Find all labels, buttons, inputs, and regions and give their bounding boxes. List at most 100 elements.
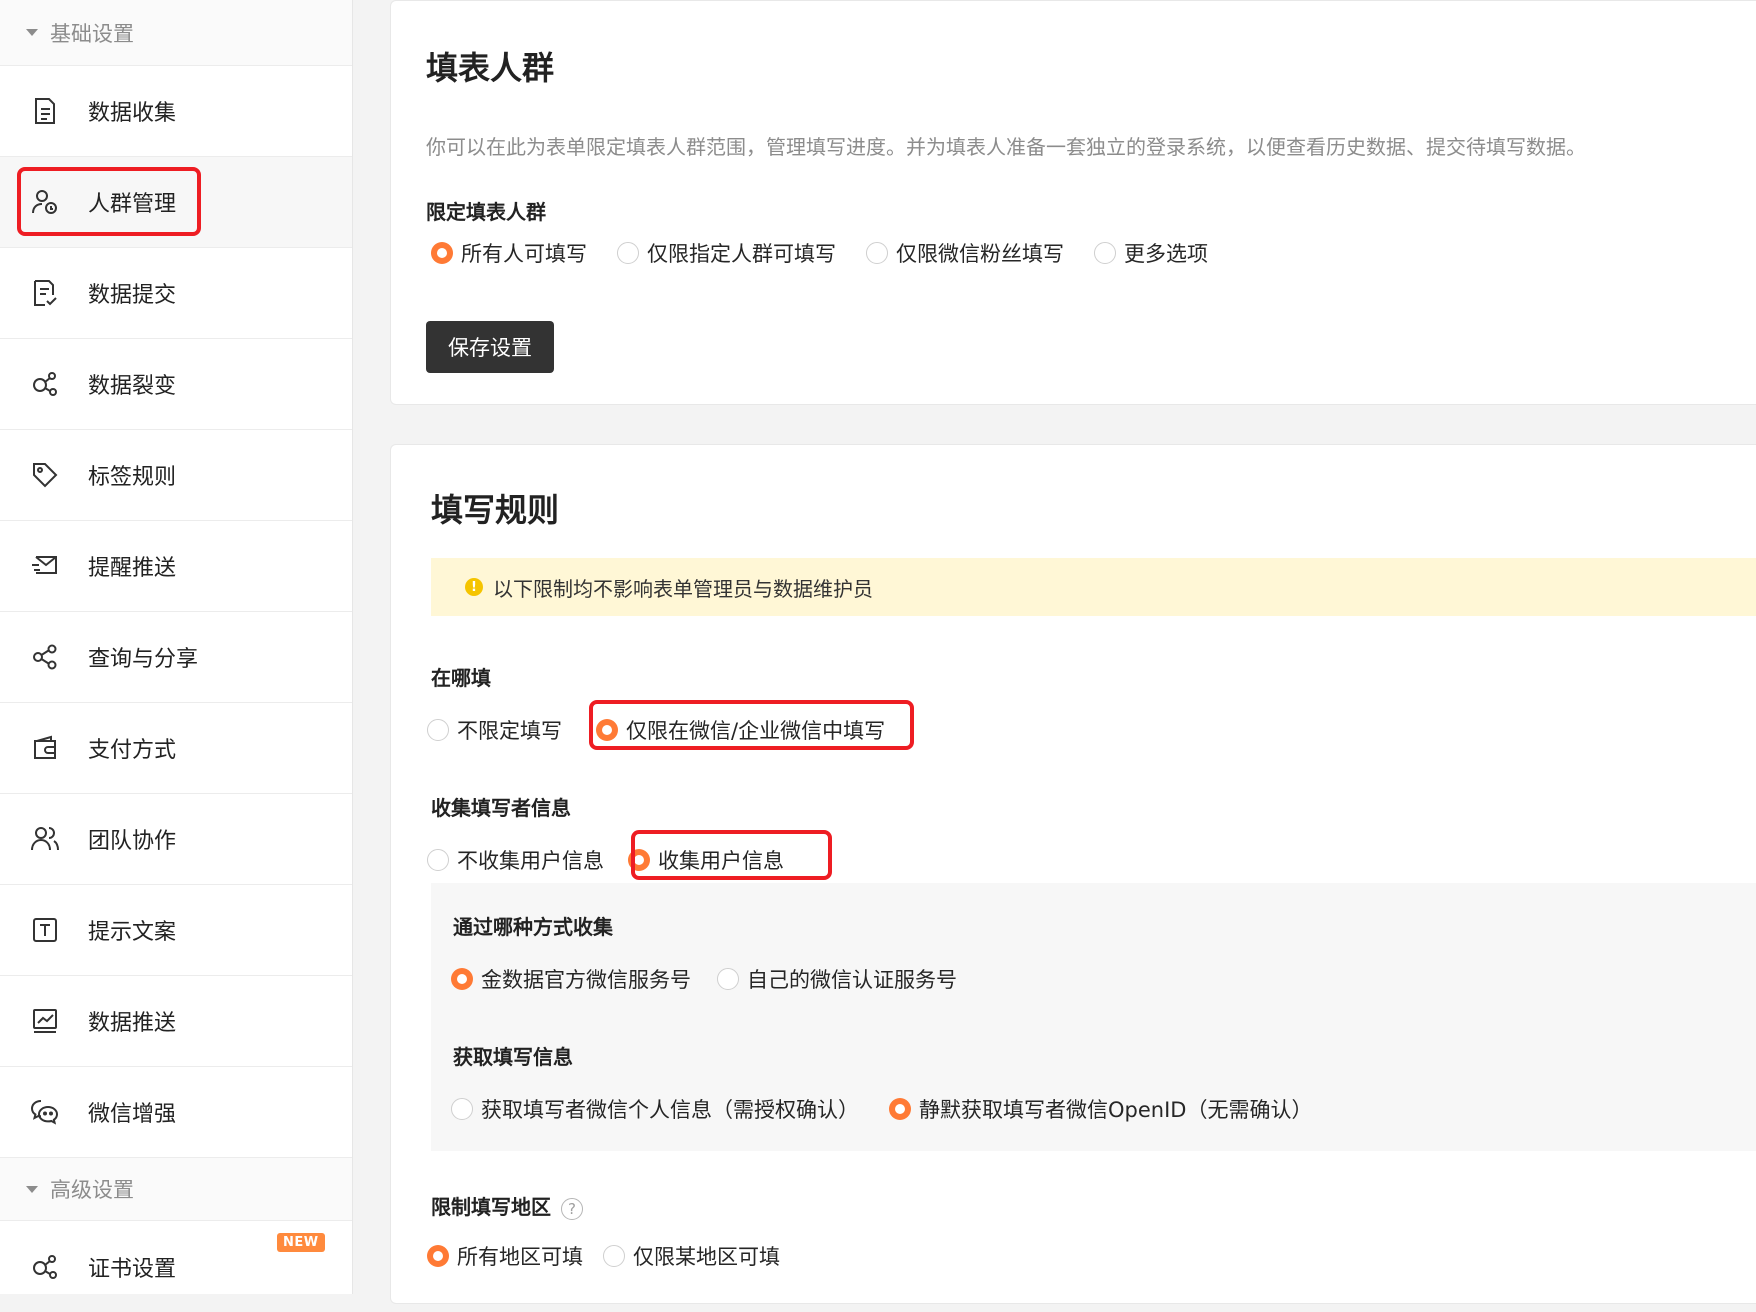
radio-dot[interactable]	[617, 242, 639, 264]
group-advanced-settings[interactable]: 高级设置	[0, 1158, 352, 1221]
document-icon	[30, 96, 60, 126]
radio-wechat-fans[interactable]: 仅限微信粉丝填写	[866, 238, 1064, 268]
sidebar-item-label: 数据收集	[88, 101, 177, 126]
fission-icon	[30, 369, 60, 399]
sidebar-item-label: 提醒推送	[88, 556, 177, 581]
sidebar-item-crowd-manage[interactable]: 人群管理	[0, 157, 352, 248]
radio-dot[interactable]	[596, 719, 618, 741]
radio-silent-openid[interactable]: 静默获取填写者微信OpenID（无需确认）	[889, 1094, 1312, 1124]
warning-icon: !	[465, 578, 483, 596]
crowd-card: 填表人群 你可以在此为表单限定填表人群范围，管理填写进度。并为填表人准备一套独立…	[390, 0, 1756, 405]
radio-specific-region[interactable]: 仅限某地区可填	[603, 1241, 780, 1271]
notice-text: 以下限制均不影响表单管理员与数据维护员	[493, 576, 873, 601]
group-advanced-label: 高级设置	[50, 1178, 134, 1202]
where-radio-group: 不限定填写 仅限在微信/企业微信中填写	[427, 715, 885, 745]
radio-dot[interactable]	[427, 1245, 449, 1267]
crowd-radio-group: 所有人可填写 仅限指定人群可填写 仅限微信粉丝填写 更多选项	[431, 238, 1208, 268]
sidebar-item-label: 数据提交	[88, 283, 177, 308]
sidebar-item-tag-rules[interactable]: 标签规则	[0, 430, 352, 521]
tag-icon	[30, 460, 60, 490]
fission-icon	[30, 1252, 60, 1282]
sidebar-item-label: 支付方式	[88, 738, 177, 763]
sidebar-item-label: 数据推送	[88, 1011, 177, 1036]
crowd-title: 填表人群	[426, 49, 555, 87]
caret-down-icon	[26, 1185, 38, 1193]
group-basic-settings[interactable]: 基础设置	[0, 0, 352, 66]
radio-label: 自己的微信认证服务号	[747, 968, 957, 992]
sidebar-item-query-share[interactable]: 查询与分享	[0, 612, 352, 703]
caret-down-icon	[26, 29, 38, 36]
team-icon	[30, 824, 60, 854]
radio-label: 不收集用户信息	[457, 849, 604, 873]
radio-dot[interactable]	[603, 1245, 625, 1267]
radio-dot[interactable]	[431, 242, 453, 264]
new-badge: NEW	[277, 1233, 325, 1252]
radio-label: 收集用户信息	[658, 849, 784, 873]
send-icon	[30, 551, 60, 581]
rules-card: 填写规则 ! 以下限制均不影响表单管理员与数据维护员 在哪填 不限定填写 仅限在…	[390, 444, 1756, 1304]
sidebar-item-data-collect[interactable]: 数据收集	[0, 66, 352, 157]
region-label-row: 限制填写地区?	[431, 1191, 583, 1220]
radio-specified-crowd[interactable]: 仅限指定人群可填写	[617, 238, 836, 268]
method-radio-group: 金数据官方微信服务号 自己的微信认证服务号	[451, 964, 957, 994]
radio-label: 获取填写者微信个人信息（需授权确认）	[481, 1098, 859, 1122]
radio-label: 不限定填写	[457, 719, 562, 743]
radio-collect-user-info[interactable]: 收集用户信息	[628, 845, 784, 875]
crowd-limit-label: 限定填表人群	[426, 200, 546, 224]
radio-no-limit[interactable]: 不限定填写	[427, 715, 562, 745]
collect-label: 收集填写者信息	[431, 796, 571, 820]
collect-options-panel: 通过哪种方式收集 金数据官方微信服务号 自己的微信认证服务号 获取填写信息 获取…	[431, 883, 1756, 1151]
radio-label: 更多选项	[1124, 242, 1208, 266]
sidebar-item-payment[interactable]: 支付方式	[0, 703, 352, 794]
radio-dot[interactable]	[866, 242, 888, 264]
sidebar-item-label: 团队协作	[88, 829, 177, 854]
sidebar-item-certificate[interactable]: 证书设置 NEW	[0, 1221, 352, 1312]
radio-label: 静默获取填写者微信OpenID（无需确认）	[919, 1098, 1313, 1122]
radio-dot[interactable]	[717, 968, 739, 990]
radio-dot[interactable]	[451, 1098, 473, 1120]
radio-wechat-only[interactable]: 仅限在微信/企业微信中填写	[596, 715, 885, 745]
radio-all-regions[interactable]: 所有地区可填	[427, 1241, 583, 1271]
sidebar-item-hint-text[interactable]: 提示文案	[0, 885, 352, 976]
help-icon[interactable]: ?	[561, 1197, 583, 1220]
share-icon	[30, 642, 60, 672]
sidebar-item-label: 提示文案	[88, 920, 177, 945]
radio-official-service[interactable]: 金数据官方微信服务号	[451, 964, 691, 994]
sidebar-item-data-push[interactable]: 数据推送	[0, 976, 352, 1067]
sidebar-item-team[interactable]: 团队协作	[0, 794, 352, 885]
sidebar-item-label: 微信增强	[88, 1102, 177, 1127]
wechat-icon	[30, 1097, 60, 1127]
save-settings-button[interactable]: 保存设置	[426, 321, 554, 373]
sidebar-item-wechat-plus[interactable]: 微信增强	[0, 1067, 352, 1158]
sidebar-item-data-fission[interactable]: 数据裂变	[0, 339, 352, 430]
sidebar-item-label: 标签规则	[88, 465, 177, 490]
sidebar-item-data-submit[interactable]: 数据提交	[0, 248, 352, 339]
sidebar: 基础设置 数据收集 人群管理 数据提交 数据裂变 标签规则 提醒推送 查询与分享…	[0, 0, 353, 1294]
document-check-icon	[30, 278, 60, 308]
sidebar-item-remind-push[interactable]: 提醒推送	[0, 521, 352, 612]
radio-no-collect[interactable]: 不收集用户信息	[427, 845, 604, 875]
radio-label: 所有地区可填	[457, 1245, 583, 1269]
sidebar-item-label: 人群管理	[88, 192, 177, 217]
radio-dot[interactable]	[1094, 242, 1116, 264]
radio-personal-info[interactable]: 获取填写者微信个人信息（需授权确认）	[451, 1094, 859, 1124]
sidebar-item-label: 证书设置	[88, 1256, 177, 1282]
radio-more-options[interactable]: 更多选项	[1094, 238, 1208, 268]
radio-label: 仅限在微信/企业微信中填写	[626, 719, 886, 743]
radio-dot[interactable]	[451, 968, 473, 990]
rules-title: 填写规则	[431, 491, 560, 529]
radio-all-users[interactable]: 所有人可填写	[431, 238, 587, 268]
region-radio-group: 所有地区可填 仅限某地区可填	[427, 1241, 780, 1271]
radio-label: 仅限指定人群可填写	[647, 242, 836, 266]
radio-dot[interactable]	[628, 849, 650, 871]
radio-dot[interactable]	[427, 719, 449, 741]
where-label: 在哪填	[431, 666, 491, 690]
radio-dot[interactable]	[427, 849, 449, 871]
sidebar-item-label: 数据裂变	[88, 374, 177, 399]
region-label: 限制填写地区	[431, 1195, 551, 1219]
text-icon	[30, 915, 60, 945]
radio-own-service[interactable]: 自己的微信认证服务号	[717, 964, 957, 994]
crowd-description: 你可以在此为表单限定填表人群范围，管理填写进度。并为填表人准备一套独立的登录系统…	[426, 135, 1586, 159]
radio-dot[interactable]	[889, 1098, 911, 1120]
notice-bar: ! 以下限制均不影响表单管理员与数据维护员	[431, 558, 1756, 616]
